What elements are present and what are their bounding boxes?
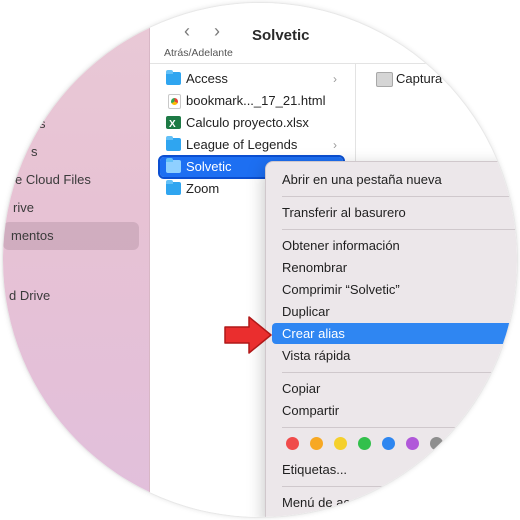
chevron-left-icon[interactable]: ‹: [184, 21, 190, 41]
list-item-access[interactable]: Access ›: [160, 69, 343, 89]
image-file-icon: [376, 72, 393, 87]
screenshot-stage: s s e Cloud Files rive mentos d Drive ‹ …: [0, 0, 520, 520]
folder-icon: [166, 180, 181, 195]
menu-item-label: Comprimir “Solvetic”: [282, 282, 400, 297]
tag-color-purple[interactable]: [406, 437, 419, 450]
item-label: bookmark..._17_21.html: [186, 93, 326, 108]
menu-separator: [282, 427, 517, 428]
list-item-calculo[interactable]: Calculo proyecto.xlsx: [160, 113, 343, 135]
item-label: League of Legends: [186, 137, 298, 152]
list-item-captura[interactable]: Captura: [370, 69, 517, 89]
menu-separator: [282, 486, 517, 487]
item-label: Captura: [396, 71, 443, 86]
window-title: Solvetic: [252, 27, 310, 44]
red-arrow-icon: [224, 316, 272, 354]
tag-color-green[interactable]: [358, 437, 371, 450]
html-file-icon: [168, 94, 181, 109]
item-label: Access: [186, 71, 228, 86]
folder-icon: [166, 70, 181, 85]
menu-item-renombrar[interactable]: Renombrar: [272, 257, 517, 278]
menu-item-label: Transferir al basurero: [282, 205, 406, 220]
menu-item-label: Duplicar: [282, 304, 330, 319]
item-label: Calculo proyecto.xlsx: [186, 115, 309, 130]
sidebar-item-label: d Drive: [9, 288, 51, 303]
sidebar-item-icloud-drive[interactable]: d Drive: [3, 283, 149, 309]
sidebar-item-drive[interactable]: rive: [3, 195, 149, 221]
sidebar-item-label: s: [39, 116, 46, 131]
menu-item-label: Vista rápida: [282, 348, 351, 363]
sidebar-item-1[interactable]: s: [3, 111, 149, 137]
tag-color-blue[interactable]: [382, 437, 395, 450]
sidebar-item-label: e Cloud Files: [15, 172, 91, 187]
menu-item-comprimir[interactable]: Comprimir “Solvetic”: [272, 279, 517, 300]
menu-item-compartir[interactable]: Compartir: [272, 400, 517, 421]
menu-separator: [282, 196, 517, 197]
menu-item-label: Abrir en una pestaña nueva: [282, 172, 442, 187]
folder-icon: [166, 158, 181, 173]
chevron-right-icon[interactable]: ›: [214, 21, 220, 41]
tag-color-red[interactable]: [286, 437, 299, 450]
sidebar-item-2[interactable]: s: [3, 139, 149, 165]
item-label: Zoom: [186, 181, 220, 196]
menu-item-crear-alias[interactable]: Crear alias: [272, 323, 517, 344]
menu-item-etiquetas[interactable]: Etiquetas...: [272, 459, 517, 480]
sidebar-item-label: mentos: [11, 228, 54, 243]
circular-crop: s s e Cloud Files rive mentos d Drive ‹ …: [3, 3, 517, 517]
tag-color-yellow[interactable]: [334, 437, 347, 450]
menu-separator: [282, 229, 517, 230]
menu-item-label: Copiar: [282, 381, 321, 396]
menu-item-label: Menú de ac: [282, 495, 350, 510]
list-item-league[interactable]: League of Legends ›: [160, 135, 343, 155]
sidebar-item-label: s: [31, 144, 38, 159]
menu-item-transferir-basurero[interactable]: Transferir al basurero: [272, 202, 517, 223]
finder-toolbar: ‹ › Solvetic Atrás/Adelante: [150, 3, 517, 64]
folder-icon: [166, 136, 181, 151]
chevron-right-icon: ›: [333, 138, 337, 152]
menu-item-abrir-pestana[interactable]: Abrir en una pestaña nueva: [272, 169, 517, 190]
finder-sidebar: s s e Cloud Files rive mentos d Drive: [3, 3, 150, 517]
menu-item-label: Renombrar: [282, 260, 348, 275]
list-item-bookmark[interactable]: bookmark..._17_21.html: [160, 91, 343, 111]
menu-item-label: Crear alias: [282, 326, 345, 341]
menu-separator: [282, 372, 517, 373]
tag-color-orange[interactable]: [310, 437, 323, 450]
menu-item-label: Compartir: [282, 403, 340, 418]
excel-file-icon: [166, 115, 181, 135]
menu-item-obtener-informacion[interactable]: Obtener información: [272, 235, 517, 256]
tag-color-gray[interactable]: [430, 437, 443, 450]
sidebar-item-cloud-files[interactable]: e Cloud Files: [3, 167, 149, 193]
context-menu: Abrir en una pestaña nueva Transferir al…: [265, 161, 517, 517]
menu-item-vista-rapida[interactable]: Vista rápida: [272, 345, 517, 366]
red-arrow-shape: [224, 316, 272, 354]
sidebar-item-documentos[interactable]: mentos: [3, 222, 139, 250]
menu-item-copiar[interactable]: Copiar: [272, 378, 517, 399]
item-label: Solvetic: [186, 159, 232, 174]
sidebar-item-label: rive: [13, 200, 34, 215]
menu-item-duplicar[interactable]: Duplicar: [272, 301, 517, 322]
menu-item-label: Etiquetas...: [282, 462, 348, 477]
chevron-right-icon: ›: [333, 72, 337, 86]
nav-label: Atrás/Adelante: [164, 47, 233, 59]
menu-item-acciones[interactable]: Menú de ac: [272, 492, 517, 513]
menu-item-label: Obtener información: [282, 238, 400, 253]
